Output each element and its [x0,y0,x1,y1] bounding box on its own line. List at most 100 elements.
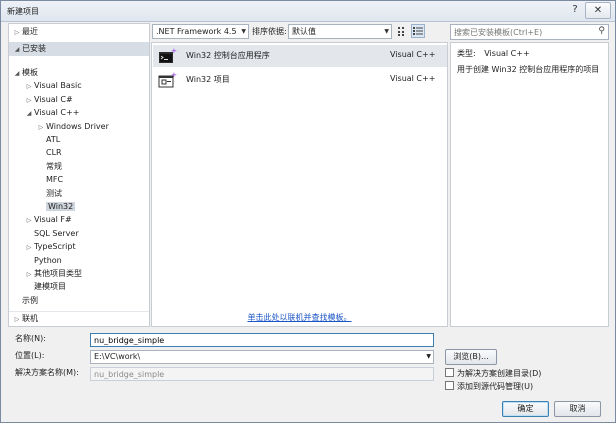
template-categories-panel: ▷ 最近 ◢ 已安装 ◢ 模板 ▷ Visual Basic ▷ Visual C# ◢ Visu… [8,23,150,327]
tree-item-label: MFC [46,175,64,185]
svg-text:++: ++ [171,47,178,55]
tree-item-label: 示例 [22,295,38,305]
template-details-panel: 类型: Visual C++ 用于创建 Win32 控制台应用程序的项目 [450,42,609,327]
tree-item-label: Win32 [46,202,76,211]
installed-section[interactable]: ◢ 已安装 [9,42,149,56]
template-search-box[interactable]: ⚲ [450,24,609,40]
tree-item[interactable]: Win32 [36,200,76,213]
project-name-input[interactable] [90,333,434,347]
close-button[interactable]: ✕ [585,2,611,19]
expand-arrow-icon[interactable]: ▷ [12,313,22,327]
browse-button[interactable]: 浏览(B)... [445,349,497,365]
tree-item-label: 建模项目 [34,282,66,292]
online-section[interactable]: ▷ 联机 [9,311,149,325]
tree-item-label: 模板 [22,68,38,77]
sort-value: 默认值 [292,27,316,36]
tree-item[interactable]: SQL Server [24,227,79,240]
cancel-button[interactable]: 取消 [554,401,601,417]
add-to-source-control-checkbox[interactable]: 添加到源代码管理(U) [445,381,533,393]
checkbox-unchecked-icon[interactable] [445,368,454,377]
new-project-dialog: 新建项目 ? ✕ ▷ 最近 ◢ 已安装 ◢ 模板 ▷ Visual Basic ▷ Visua… [0,0,616,423]
help-icon[interactable]: ? [569,4,581,15]
framework-dropdown[interactable]: .NET Framework 4.5 ▼ [152,24,249,39]
window-title: 新建项目 [7,7,39,16]
expand-arrow-icon[interactable]: ▷ [24,241,34,254]
collapse-arrow-icon[interactable]: ◢ [12,43,22,57]
template-name: Win32 控制台应用程序 [186,51,270,60]
tree-item[interactable]: ▷ Windows Driver [36,120,109,133]
location-dropdown[interactable]: E:\VC\work\ ▼ [90,350,434,364]
expand-arrow-icon[interactable]: ▷ [24,80,34,93]
title-bar[interactable]: 新建项目 ? ✕ [1,1,615,22]
type-label: 类型: [457,49,476,58]
tree-item-label: Visual C++ [34,108,80,118]
template-item-console-app[interactable]: ++ Win32 控制台应用程序 Visual C++ [153,45,447,67]
location-label: 位置(L): [15,351,45,360]
tree-item-label: Python [34,255,62,265]
search-icon[interactable]: ⚲ [598,26,605,36]
tree-item[interactable]: 示例 [12,294,38,307]
expand-arrow-icon[interactable]: ▷ [24,268,34,281]
template-language: Visual C++ [390,50,436,59]
tree-item-label: SQL Server [34,228,79,238]
tree-item[interactable]: Python [24,254,62,267]
recent-label: 最近 [22,27,38,36]
template-list: ++ Win32 控制台应用程序 Visual C++ ++ Win32 项目 … [151,42,448,327]
list-view-button[interactable] [411,24,425,38]
tree-item-label: 常规 [46,161,62,171]
template-description: 用于创建 Win32 控制台应用程序的项目 [457,65,600,74]
tree-item[interactable]: ATL [36,133,60,146]
template-type: 类型: Visual C++ [457,48,530,59]
find-templates-online-link[interactable]: 单击此处以联机并查找模板。 [152,312,447,323]
collapse-arrow-icon[interactable]: ◢ [12,67,22,80]
sort-label: 排序依据: [252,27,287,36]
ok-button[interactable]: 确定 [502,401,549,417]
template-name: Win32 项目 [186,75,230,84]
type-value: Visual C++ [484,49,530,58]
tree-item[interactable]: ▷ Visual F# [24,213,72,226]
tree-item[interactable]: ◢ 模板 [12,66,38,79]
checkbox-label: 添加到源代码管理(U) [457,382,534,391]
tree-item[interactable]: ▷ Visual Basic [24,79,82,92]
tree-item-label: 其他项目类型 [34,269,82,278]
tree-item[interactable]: ▷ 其他项目类型 [24,267,82,280]
expand-arrow-icon[interactable]: ▷ [24,214,34,227]
recent-section[interactable]: ▷ 最近 [9,25,149,39]
svg-text:++: ++ [171,71,178,79]
tree-item-label: ATL [46,135,61,144]
installed-label: 已安装 [22,44,46,53]
tree-item[interactable]: ▷ TypeScript [24,240,76,253]
checkbox-unchecked-icon[interactable] [445,381,454,390]
collapse-arrow-icon[interactable]: ◢ [24,107,34,120]
search-input[interactable] [451,25,589,39]
chevron-down-icon: ▼ [241,28,246,35]
expand-arrow-icon[interactable]: ▷ [36,121,46,134]
tree-item-label: Visual C# [34,94,73,104]
chevron-down-icon: ▼ [384,28,389,35]
expand-arrow-icon[interactable]: ▷ [12,26,22,40]
tree-item[interactable]: 测试 [36,187,62,200]
solution-name-input[interactable] [90,367,434,381]
tree-item-label: Windows Driver [46,121,109,131]
win32-project-icon: ++ [158,71,178,88]
tree-item[interactable]: ▷ Visual C# [24,93,73,106]
console-app-icon: ++ [159,47,178,63]
small-icons-view-icon [398,27,404,36]
expand-arrow-icon[interactable]: ▷ [24,94,34,107]
chevron-down-icon: ▼ [426,353,431,360]
create-solution-directory-checkbox[interactable]: 为解决方案创建目录(D) [445,368,541,380]
tree-item[interactable]: MFC [36,173,63,186]
tree-item[interactable]: ◢ Visual C++ [24,106,80,120]
sort-dropdown[interactable]: 默认值 ▼ [288,24,392,39]
location-value: E:\VC\work\ [94,352,141,361]
tree-item-label: 测试 [46,188,62,198]
checkbox-label: 为解决方案创建目录(D) [457,369,542,378]
small-icons-view-button[interactable] [395,24,409,38]
tree-item[interactable]: CLR [36,146,62,159]
tree-item[interactable]: 建模项目 [24,280,66,293]
template-item-win32-project[interactable]: ++ Win32 项目 Visual C++ [153,69,447,91]
template-language: Visual C++ [390,74,436,83]
framework-value: .NET Framework 4.5 [156,27,237,36]
tree-item[interactable]: 常规 [36,160,62,173]
list-view-icon [413,27,423,35]
